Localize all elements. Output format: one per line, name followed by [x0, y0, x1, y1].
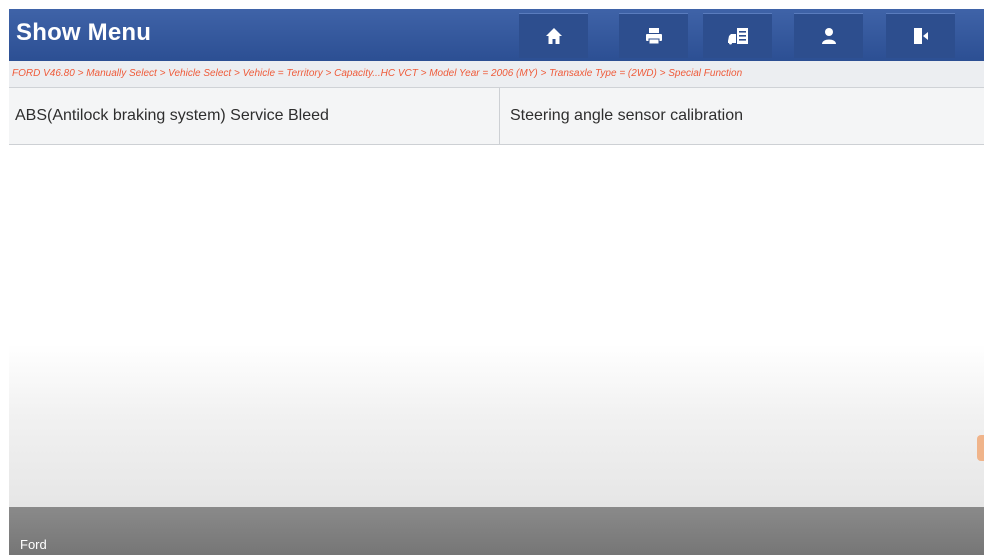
home-button[interactable]: [519, 13, 588, 58]
breadcrumb: FORD V46.80 > Manually Select > Vehicle …: [9, 61, 984, 88]
exit-icon: [913, 28, 928, 44]
print-button[interactable]: [619, 13, 688, 58]
menu-item-steering-angle-calibration[interactable]: Steering angle sensor calibration: [499, 88, 984, 144]
footer-bar: Ford: [9, 507, 984, 555]
side-handle[interactable]: [977, 435, 984, 461]
home-icon: [545, 28, 562, 44]
menu-item-abs-service-bleed[interactable]: ABS(Antilock braking system) Service Ble…: [9, 88, 499, 144]
header-bar: Show Menu: [9, 9, 984, 61]
content-area: [9, 145, 984, 507]
page-title: Show Menu: [16, 19, 152, 46]
user-icon: [821, 28, 836, 44]
user-button[interactable]: [794, 13, 863, 58]
app-screen: Show Menu FORD V46.80 > Manually Select …: [9, 9, 984, 555]
footer-label: Ford: [20, 537, 47, 552]
vehicle-info-icon: [727, 28, 748, 45]
breadcrumb-text: FORD V46.80 > Manually Select > Vehicle …: [12, 68, 743, 79]
print-icon: [645, 28, 662, 45]
frame-border-left: [0, 0, 9, 555]
exit-button[interactable]: [886, 13, 955, 58]
function-menu: ABS(Antilock braking system) Service Ble…: [9, 88, 984, 145]
frame-border-top: [0, 0, 984, 9]
vehicle-info-button[interactable]: [703, 13, 772, 58]
